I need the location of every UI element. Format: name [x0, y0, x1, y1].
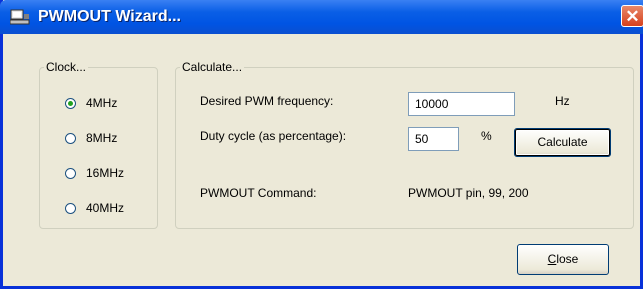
frequency-label: Desired PWM frequency: — [200, 94, 334, 108]
window-title: PWMOUT Wizard... — [38, 8, 181, 25]
frequency-input[interactable]: 10000 — [408, 92, 515, 116]
app-icon — [10, 9, 30, 25]
clock-option-8mhz[interactable]: 8MHz — [65, 130, 117, 146]
clock-option-label: 4MHz — [86, 96, 118, 110]
duty-cycle-label: Duty cycle (as percentage): — [200, 129, 347, 143]
clock-option-label: 40MHz — [86, 201, 125, 215]
clock-legend: Clock... — [46, 60, 87, 74]
title-bar[interactable]: PWMOUT Wizard... ✕ — [0, 0, 643, 34]
clock-option-4mhz[interactable]: 4MHz — [65, 95, 117, 111]
clock-option-label: 8MHz — [86, 131, 118, 145]
clock-option-label: 16MHz — [86, 166, 125, 180]
title-close-icon[interactable]: ✕ — [621, 5, 643, 27]
radio-icon[interactable] — [65, 97, 76, 109]
calculate-legend: Calculate... — [182, 60, 243, 74]
close-button-rest: lose — [556, 252, 579, 266]
pwmout-wizard-window: PWMOUT Wizard... ✕ Clock... 4MHz 8MHz 16… — [0, 0, 643, 289]
radio-icon[interactable] — [65, 132, 76, 144]
pwmout-command-label: PWMOUT Command: — [200, 186, 317, 200]
close-button[interactable]: Close — [517, 244, 609, 275]
pwmout-command-value: PWMOUT pin, 99, 200 — [408, 186, 529, 200]
clock-option-40mhz[interactable]: 40MHz — [65, 200, 124, 216]
duty-cycle-input[interactable]: 50 — [408, 127, 459, 151]
frequency-unit: Hz — [555, 94, 570, 108]
radio-icon[interactable] — [65, 202, 76, 214]
clock-option-16mhz[interactable]: 16MHz — [65, 165, 124, 181]
duty-cycle-unit: % — [481, 129, 492, 143]
calculate-button[interactable]: Calculate — [514, 128, 611, 157]
radio-icon[interactable] — [65, 167, 76, 179]
